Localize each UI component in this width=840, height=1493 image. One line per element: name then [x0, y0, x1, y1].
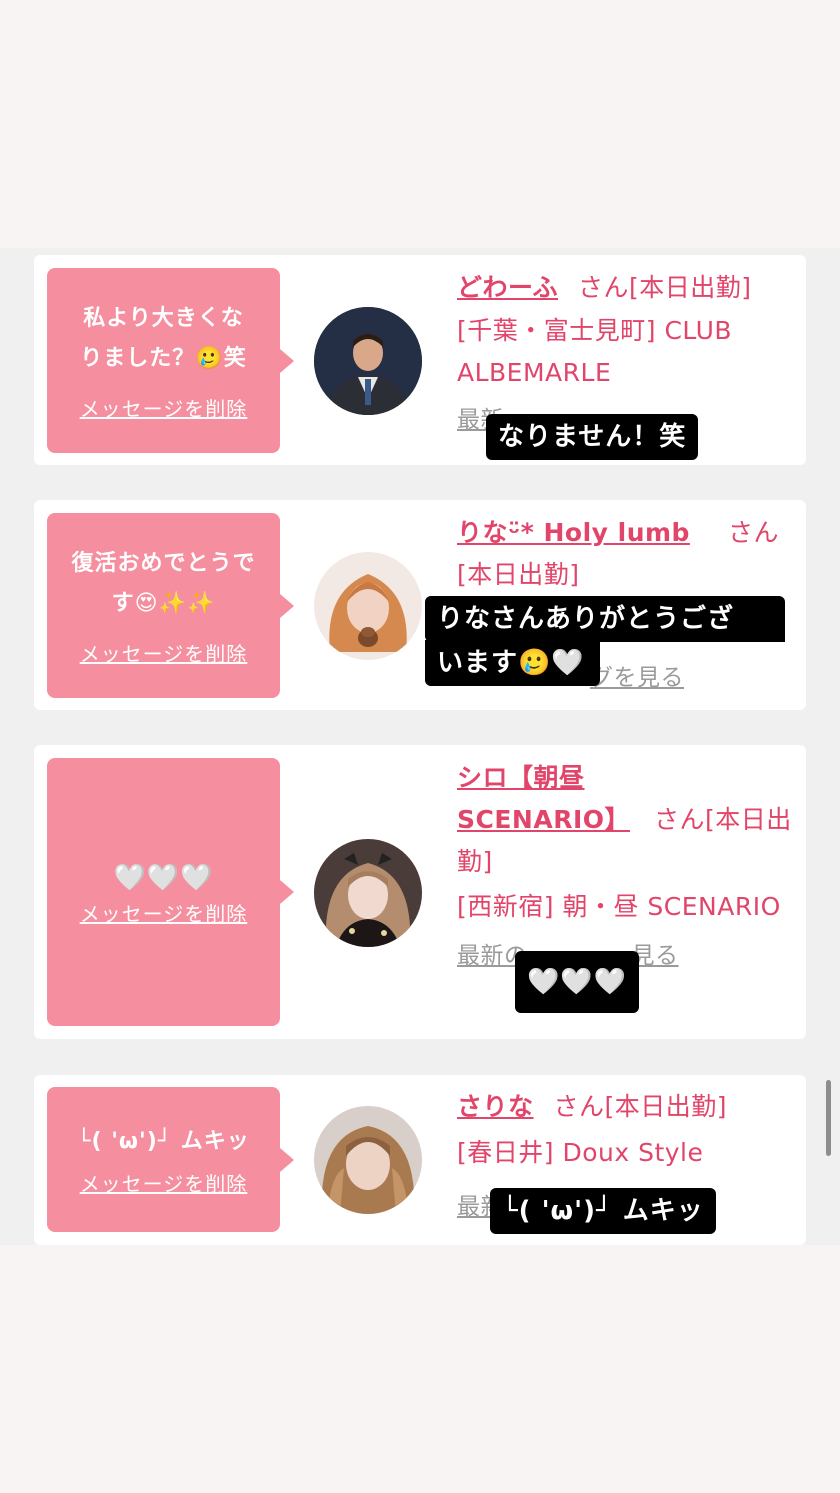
- avatar[interactable]: [314, 307, 422, 415]
- delete-message-link[interactable]: メッセージを削除: [80, 638, 248, 667]
- avatar[interactable]: [314, 1106, 422, 1214]
- message-bubble: 私より大きくなりました？🥲笑 メッセージを削除: [47, 268, 294, 453]
- caption-overlay: 🤍🤍🤍: [515, 951, 640, 1013]
- sender-shift: [本日出勤]: [457, 560, 580, 589]
- avatar[interactable]: [314, 839, 422, 947]
- caption-overlay-line1: りなさんありがとうござ: [425, 596, 785, 642]
- message-bubble: 🤍🤍🤍 メッセージを削除: [47, 758, 294, 1026]
- caption-overlay: なりません！笑: [486, 414, 699, 460]
- sender-name-link[interactable]: りなᵕ̈* Holy lumb: [457, 518, 690, 547]
- top-blank-area: [0, 0, 840, 248]
- message-card: 🤍🤍🤍 メッセージを削除 シロ【朝昼 SCENARIO】 さん[本日出勤] [西新…: [34, 745, 806, 1039]
- sender-name-link-line2[interactable]: SCENARIO】: [457, 805, 648, 834]
- message-text: └( 'ω')┘ ムキッ: [77, 1129, 250, 1154]
- message-text: 🤍🤍🤍: [113, 862, 214, 893]
- delete-message-link[interactable]: メッセージを削除: [80, 393, 248, 422]
- sender-status: さん[本日出勤]: [553, 1092, 728, 1121]
- sender-name-link[interactable]: さりな: [457, 1092, 534, 1121]
- vertical-scrollbar[interactable]: [826, 1080, 831, 1156]
- message-bubble: 復活おめでとうです😍✨✨ メッセージを削除: [47, 513, 294, 698]
- bottom-blank-area: [0, 1245, 840, 1493]
- delete-message-link[interactable]: メッセージを削除: [80, 1168, 248, 1197]
- message-text: 復活おめでとうです😍✨✨: [71, 551, 256, 616]
- sender-status: さん[本日出勤]: [578, 273, 752, 302]
- message-text: 私より大きくなりました？🥲笑: [80, 306, 247, 371]
- sender-info: シロ【朝昼 SCENARIO】 さん[本日出勤] [西新宿] 朝・昼 SCENAR…: [457, 757, 792, 977]
- message-list: 私より大きくなりました？🥲笑 メッセージを削除 どわーふ さん[本日出勤] [千葉…: [0, 248, 840, 1245]
- sender-name-link[interactable]: どわーふ: [457, 273, 558, 302]
- shop-info: [西新宿] 朝・昼 SCENARIO: [457, 892, 781, 921]
- shop-info: [千葉・富士見町] CLUB ALBEMARLE: [457, 316, 733, 387]
- message-bubble: └( 'ω')┘ ムキッ メッセージを削除: [47, 1087, 294, 1232]
- sender-status: さん: [727, 518, 779, 547]
- shop-info: [春日井] Doux Style: [457, 1138, 704, 1167]
- sender-name-link-line1[interactable]: シロ【朝昼: [457, 763, 585, 792]
- avatar[interactable]: [314, 552, 422, 660]
- latest-blog-link[interactable]: グを見る: [590, 665, 684, 691]
- caption-overlay-line2: います🥲🤍: [425, 640, 600, 686]
- delete-message-link[interactable]: メッセージを削除: [80, 898, 248, 927]
- caption-overlay: └( 'ω')┘ ムキッ: [490, 1188, 716, 1234]
